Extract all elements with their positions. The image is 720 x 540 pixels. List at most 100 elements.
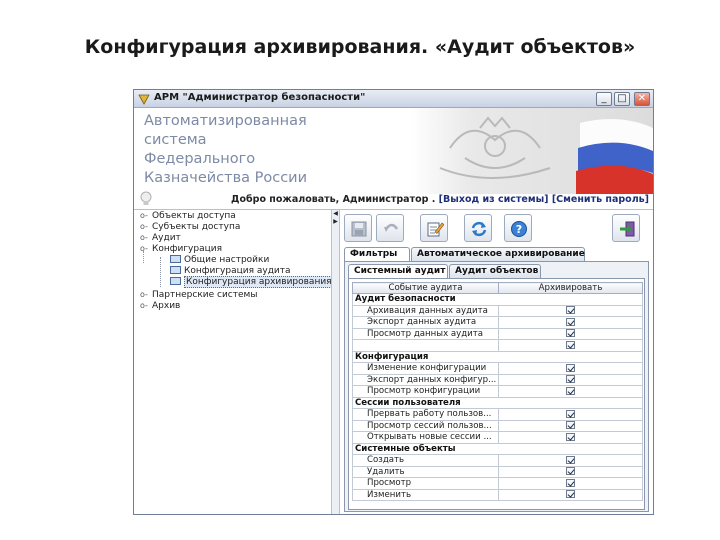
tree-item-label: Архив [152,301,181,311]
archive-checkbox[interactable] [566,421,575,430]
archive-checkbox[interactable] [566,329,575,338]
table-row[interactable]: Изменить [352,488,643,501]
table-row[interactable]: Просмотр сессий пользов... [352,419,643,432]
archive-checkbox[interactable] [566,478,575,487]
archive-checkbox[interactable] [566,432,575,441]
audit-events-table: Событие аудита Архивировать Аудит безопа… [352,282,643,501]
tree-item-configuration[interactable]: o- Конфигурация [140,243,222,254]
tree-guide [160,257,161,287]
group-label: Системные объекты [352,442,643,455]
tree-node-icon: o- [140,233,148,242]
table-row[interactable] [352,339,643,352]
emblem-flag-image [410,108,653,194]
event-label: Изменить [352,488,499,501]
column-header-event[interactable]: Событие аудита [352,282,499,294]
undo-button[interactable] [376,214,404,242]
table-row[interactable]: Архивация данных аудита [352,304,643,317]
greeting-text: Добро пожаловать, Администратор . [231,194,436,205]
group-label: Аудит безопасности [352,293,643,306]
archive-checkbox[interactable] [566,409,575,418]
help-button[interactable]: ? [504,214,532,242]
banner-line: Федерального [144,151,256,167]
title-bar[interactable]: АРМ "Администратор безопасности" _ □ ✕ [134,90,653,108]
event-label: Изменение конфигурации [352,362,499,375]
app-icon [138,94,150,105]
change-password-link[interactable]: [Сменить пароль] [552,194,649,205]
archive-checkbox[interactable] [566,363,575,372]
close-button[interactable]: ✕ [634,92,650,106]
tab-system-audit[interactable]: Системный аудит [348,264,448,278]
tree-node-icon: o- [140,211,148,220]
group-row: Сессии пользователя [352,396,643,409]
settings-node-icon [170,277,181,285]
lightbulb-icon [140,191,152,205]
archive-checkbox[interactable] [566,386,575,395]
maximize-button[interactable]: □ [614,92,630,106]
tree-item-objects[interactable]: o- Объекты доступа [140,210,236,221]
table-row[interactable]: Удалить [352,465,643,478]
tab-object-audit[interactable]: Аудит объектов [449,264,541,278]
tree-item-subjects[interactable]: o- Субъекты доступа [140,221,240,232]
save-icon [351,221,367,237]
event-label: Прервать работу пользов... [352,408,499,421]
tree-item-audit[interactable]: o- Аудит [140,232,181,243]
archive-checkbox[interactable] [566,317,575,326]
table-row[interactable]: Просмотр [352,477,643,490]
exit-button[interactable] [612,214,640,242]
table-row[interactable]: Экспорт данных конфигур... [352,373,643,386]
event-label: Создать [352,454,499,467]
tab-auto-archiving[interactable]: Автоматическое архивирование [411,247,585,261]
event-label: Просмотр сессий пользов... [352,419,499,432]
archive-checkbox[interactable] [566,467,575,476]
group-row: Системные объекты [352,442,643,455]
tree-item-general-settings[interactable]: Общие настройки [170,255,269,266]
edit-button[interactable] [420,214,448,242]
help-icon: ? [511,221,527,237]
window-title: АРМ "Администратор безопасности" [154,92,366,103]
minimize-button[interactable]: _ [596,92,612,106]
table-row[interactable]: Просмотр конфигурации [352,385,643,398]
save-button[interactable] [344,214,372,242]
toolbar: ? [344,214,648,244]
split-pane-divider[interactable]: ◀ ▶ [331,210,340,514]
tree-item-label: Конфигурация [152,244,222,254]
tree-item-archive-config[interactable]: Конфигурация архивирования [170,276,334,288]
table-row[interactable]: Просмотр данных аудита [352,327,643,340]
group-row: Конфигурация [352,350,643,363]
svg-text:?: ? [516,223,522,236]
table-row[interactable]: Создать [352,454,643,467]
archive-checkbox[interactable] [566,306,575,315]
archive-checkbox[interactable] [566,375,575,384]
tree-item-partner-systems[interactable]: o- Партнерские системы [140,289,257,300]
archive-checkbox[interactable] [566,455,575,464]
tree-item-label: Конфигурация архивирования [184,276,334,288]
column-header-archive[interactable]: Архивировать [498,282,643,294]
exit-icon [620,221,635,237]
collapse-left-arrow-icon[interactable]: ◀ [332,210,339,218]
undo-icon [384,223,399,232]
event-label: Просмотр данных аудита [352,327,499,340]
table-row[interactable]: Открывать новые сессии ... [352,431,643,444]
event-label: Экспорт данных конфигур... [352,373,499,386]
event-label: Экспорт данных аудита [352,316,499,329]
collapse-right-arrow-icon[interactable]: ▶ [332,218,339,226]
table-row[interactable]: Экспорт данных аудита [352,316,643,329]
banner-line: Автоматизированная [144,113,307,129]
event-label: Просмотр конфигурации [352,385,499,398]
filters-panel: Системный аудит Аудит объектов Событие а… [344,261,649,512]
tree-item-archive[interactable]: o- Архив [140,300,180,311]
tree-node-icon: o- [140,301,148,310]
banner-line: Казначейства России [144,170,308,186]
logout-link[interactable]: [Выход из системы] [439,194,549,205]
group-label: Сессии пользователя [352,396,643,409]
tree-node-icon: o- [140,290,148,299]
group-row: Аудит безопасности [352,293,643,306]
table-header-row: Событие аудита Архивировать [352,282,643,294]
table-row[interactable]: Изменение конфигурации [352,362,643,375]
refresh-button[interactable] [464,214,492,242]
archive-checkbox[interactable] [566,490,575,499]
banner-title: Автоматизированная система Федерального … [144,112,307,188]
archive-checkbox[interactable] [566,340,575,349]
tab-filters[interactable]: Фильтры [344,247,410,261]
table-row[interactable]: Прервать работу пользов... [352,408,643,421]
